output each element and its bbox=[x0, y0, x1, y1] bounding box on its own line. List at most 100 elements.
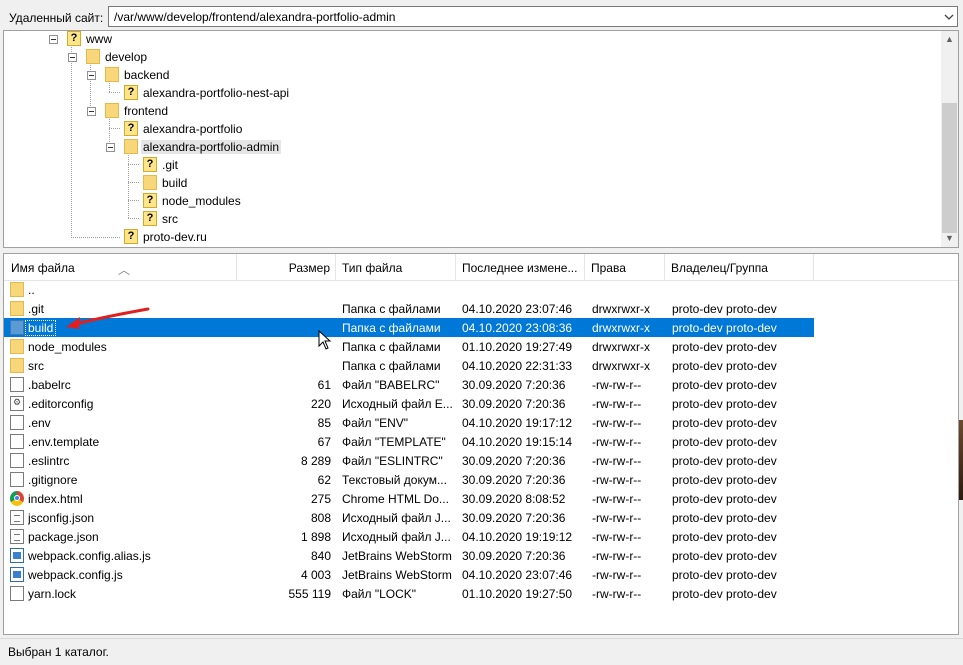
file-modified-cell: 30.09.2020 7:20:36 bbox=[462, 397, 566, 411]
file-row[interactable]: .gitignore 62 Текстовый докум... 30.09.2020… bbox=[4, 470, 814, 489]
column-header-label: Последнее измене... bbox=[462, 261, 578, 275]
file-type-cell: Файл "ESLINTRC" bbox=[342, 454, 443, 468]
column-header-label: Тип файла bbox=[342, 261, 403, 275]
file-row[interactable]: build Папка с файлами 04.10.2020 23:08:36 d… bbox=[4, 318, 814, 337]
scroll-up-icon[interactable]: ▲ bbox=[941, 31, 958, 48]
file-type-cell: Исходный файл J... bbox=[342, 530, 451, 544]
file-perms-cell: -rw-rw-r-- bbox=[592, 454, 642, 468]
tree-node-label: develop bbox=[105, 50, 148, 64]
remote-directory-tree[interactable]: ? www develop backend ? alexandra-portfo… bbox=[3, 30, 959, 248]
file-row[interactable]: .env.template 67 Файл "TEMPLATE" 04.10.2020… bbox=[4, 432, 814, 451]
remote-path-input[interactable]: /var/www/develop/frontend/alexandra-port… bbox=[108, 6, 958, 27]
scroll-down-icon[interactable]: ▼ bbox=[941, 230, 958, 247]
file-modified-cell: 04.10.2020 19:15:14 bbox=[462, 435, 573, 449]
file-row[interactable]: package.json 1 898 Исходный файл J... 04.10… bbox=[4, 527, 814, 546]
column-header-size[interactable]: Размер bbox=[237, 254, 336, 280]
file-row[interactable]: .babelrc 61 Файл "BABELRC" 30.09.2020 7:20:… bbox=[4, 375, 814, 394]
tree-node-label: node_modules bbox=[162, 194, 241, 208]
column-header-label: Имя файла bbox=[11, 261, 75, 275]
file-row[interactable]: index.html 275 Chrome HTML Do... 30.09.2020… bbox=[4, 489, 814, 508]
file-icon bbox=[10, 415, 24, 430]
file-modified-cell: 30.09.2020 8:08:52 bbox=[462, 492, 566, 506]
scrollbar-thumb[interactable] bbox=[942, 103, 957, 233]
collapse-toggle-backend[interactable] bbox=[87, 71, 96, 80]
file-name-cell: build bbox=[24, 320, 57, 336]
file-name-cell: index.html bbox=[28, 492, 83, 506]
file-row[interactable]: webpack.config.alias.js 840 JetBrains WebS… bbox=[4, 546, 814, 565]
tree-scrollbar[interactable]: ▲ ▼ bbox=[941, 31, 958, 247]
webstorm-icon bbox=[10, 548, 24, 563]
file-name-cell: yarn.lock bbox=[28, 587, 77, 601]
file-row[interactable]: .env 85 Файл "ENV" 04.10.2020 19:17:12 -rw-r… bbox=[4, 413, 814, 432]
file-name-cell: .babelrc bbox=[28, 378, 71, 392]
tree-node-label: www bbox=[86, 32, 112, 46]
file-perms-cell: -rw-rw-r-- bbox=[592, 397, 642, 411]
file-type-cell: Chrome HTML Do... bbox=[342, 492, 449, 506]
column-header-permissions[interactable]: Права bbox=[585, 254, 665, 280]
file-row[interactable]: yarn.lock 555 119 Файл "LOCK" 01.10.2020 19… bbox=[4, 584, 814, 603]
file-perms-cell: -rw-rw-r-- bbox=[592, 435, 642, 449]
tree-node-label: src bbox=[162, 212, 178, 226]
file-size-cell: 220 bbox=[310, 397, 331, 411]
file-name-cell: .editorconfig bbox=[28, 397, 94, 411]
file-perms-cell: -rw-rw-r-- bbox=[592, 492, 642, 506]
column-header-name[interactable]: ︿ Имя файла bbox=[4, 254, 237, 280]
chevron-down-icon[interactable] bbox=[943, 10, 955, 24]
file-owner-cell: proto-dev proto-dev bbox=[672, 397, 777, 411]
column-header-owner[interactable]: Владелец/Группа bbox=[665, 254, 814, 280]
collapse-toggle-www[interactable] bbox=[49, 35, 58, 44]
status-bar: Выбран 1 каталог. bbox=[0, 638, 963, 665]
file-row[interactable]: jsconfig.json 808 Исходный файл J... 30.09.… bbox=[4, 508, 814, 527]
file-size-cell: 67 bbox=[317, 435, 331, 449]
remote-site-bar: Удаленный сайт: /var/www/develop/fronten… bbox=[0, 0, 963, 30]
file-perms-cell: -rw-rw-r-- bbox=[592, 587, 642, 601]
background-edge bbox=[959, 420, 963, 500]
question-folder-icon: ? bbox=[124, 85, 138, 100]
file-row[interactable]: .editorconfig 220 Исходный файл E... 30.09.… bbox=[4, 394, 814, 413]
file-name-cell: webpack.config.js bbox=[28, 568, 123, 582]
file-icon bbox=[10, 586, 24, 601]
file-owner-cell: proto-dev proto-dev bbox=[672, 378, 777, 392]
file-modified-cell: 30.09.2020 7:20:36 bbox=[462, 454, 566, 468]
file-modified-cell: 04.10.2020 19:17:12 bbox=[462, 416, 573, 430]
file-owner-cell: proto-dev proto-dev bbox=[672, 511, 777, 525]
file-row[interactable]: webpack.config.js 4 003 JetBrains WebStorm… bbox=[4, 565, 814, 584]
file-type-cell: Папка с файлами bbox=[342, 302, 441, 316]
tree-node-label: .git bbox=[162, 158, 179, 172]
collapse-toggle-admin[interactable] bbox=[106, 143, 115, 152]
column-header-modified[interactable]: Последнее измене... bbox=[456, 254, 585, 280]
collapse-toggle-frontend[interactable] bbox=[87, 107, 96, 116]
status-text: Выбран 1 каталог. bbox=[8, 645, 109, 659]
file-type-cell: Файл "ENV" bbox=[342, 416, 409, 430]
tree-connector bbox=[109, 92, 120, 93]
webstorm-icon bbox=[10, 567, 24, 582]
file-row[interactable]: .git Папка с файлами 04.10.2020 23:07:46 dr… bbox=[4, 299, 814, 318]
remote-path-text: /var/www/develop/frontend/alexandra-port… bbox=[114, 10, 396, 24]
file-perms-cell: -rw-rw-r-- bbox=[592, 530, 642, 544]
file-owner-cell: proto-dev proto-dev bbox=[672, 549, 777, 563]
file-name-cell: src bbox=[28, 359, 44, 373]
remote-file-list[interactable]: ︿ Имя файла Размер Тип файла Последнее и… bbox=[3, 253, 959, 635]
file-row[interactable]: .eslintrc 8 289 Файл "ESLINTRC" 30.09.2020 … bbox=[4, 451, 814, 470]
file-row[interactable]: src Папка с файлами 04.10.2020 22:31:33 drw… bbox=[4, 356, 814, 375]
file-perms-cell: -rw-rw-r-- bbox=[592, 416, 642, 430]
collapse-toggle-develop[interactable] bbox=[68, 53, 77, 62]
file-modified-cell: 30.09.2020 7:20:36 bbox=[462, 511, 566, 525]
tree-connector bbox=[128, 164, 139, 165]
file-row[interactable]: node_modules Папка с файлами 01.10.2020 19… bbox=[4, 337, 814, 356]
folder-icon bbox=[10, 301, 24, 316]
file-icon bbox=[10, 453, 24, 468]
column-header-type[interactable]: Тип файла bbox=[336, 254, 456, 280]
tree-node-label: backend bbox=[124, 68, 170, 82]
file-modified-cell: 04.10.2020 23:07:46 bbox=[462, 302, 573, 316]
tree-connector bbox=[109, 116, 110, 146]
question-folder-icon: ? bbox=[143, 193, 157, 208]
question-folder-icon: ? bbox=[124, 121, 138, 136]
json-file-icon bbox=[10, 529, 24, 544]
file-icon bbox=[10, 434, 24, 449]
column-header-label: Владелец/Группа bbox=[671, 261, 768, 275]
file-modified-cell: 04.10.2020 22:31:33 bbox=[462, 359, 573, 373]
folder-icon bbox=[10, 320, 24, 335]
file-row[interactable]: .. bbox=[4, 280, 814, 299]
file-modified-cell: 30.09.2020 7:20:36 bbox=[462, 549, 566, 563]
